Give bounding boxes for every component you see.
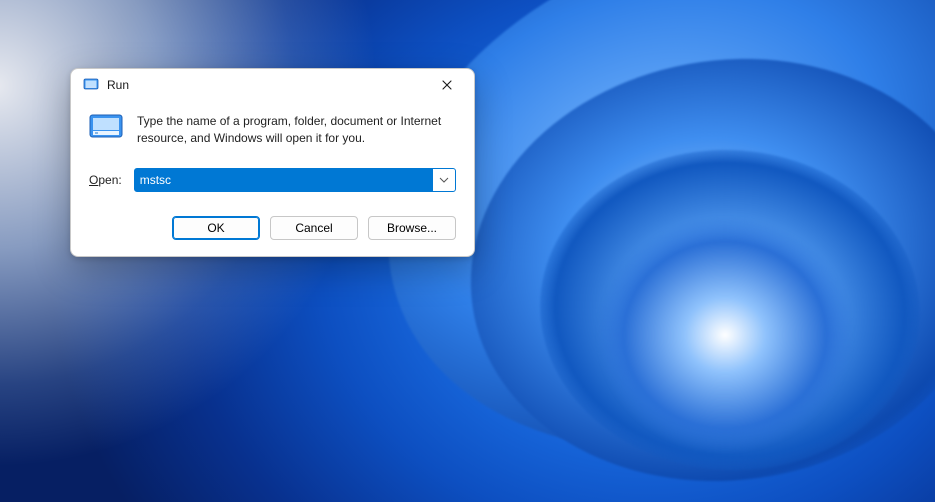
run-icon: [89, 113, 123, 139]
run-dialog: Run Type the name of a program, folder, …: [70, 68, 475, 257]
open-combobox[interactable]: mstsc: [134, 168, 456, 192]
dialog-title: Run: [107, 78, 129, 92]
close-button[interactable]: [430, 72, 464, 98]
run-icon-small: [83, 76, 99, 95]
ok-button[interactable]: OK: [172, 216, 260, 240]
cancel-button[interactable]: Cancel: [270, 216, 358, 240]
combobox-dropdown-button[interactable]: [433, 169, 455, 191]
open-input-selected-text: mstsc: [138, 172, 174, 188]
instruction-text: Type the name of a program, folder, docu…: [137, 111, 456, 148]
titlebar[interactable]: Run: [71, 69, 474, 101]
desktop-wallpaper: Run Type the name of a program, folder, …: [0, 0, 935, 502]
chevron-down-icon: [439, 177, 449, 183]
open-input[interactable]: [135, 169, 433, 191]
close-icon: [442, 80, 452, 90]
open-label: Open:: [89, 173, 122, 187]
wallpaper-petal: [595, 215, 855, 455]
browse-button[interactable]: Browse...: [368, 216, 456, 240]
